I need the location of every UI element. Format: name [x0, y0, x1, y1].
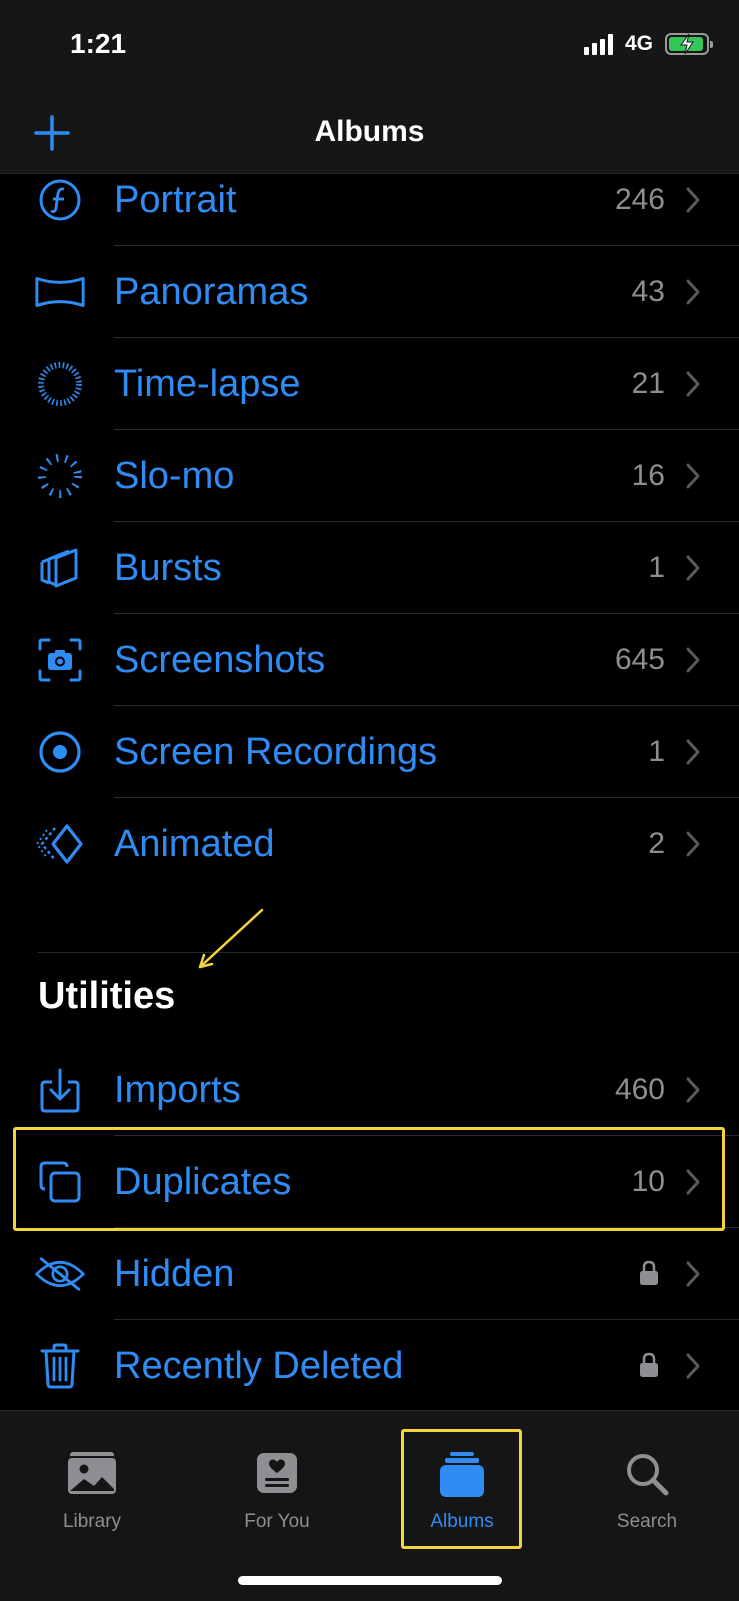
- tab-albums[interactable]: Albums: [387, 1411, 537, 1541]
- album-row-portrait[interactable]: Portrait 246: [0, 154, 739, 246]
- status-bar: 1:21 4G: [0, 0, 739, 95]
- section-divider: [38, 952, 739, 953]
- album-row-label: Panoramas: [114, 271, 309, 313]
- timelapse-icon: [34, 358, 86, 410]
- chevron-right-icon: [686, 555, 700, 581]
- import-icon: [34, 1064, 86, 1116]
- page-title: Albums: [314, 115, 425, 148]
- home-indicator[interactable]: [238, 1576, 502, 1585]
- duplicates-icon: [34, 1156, 86, 1208]
- chevron-right-icon: [686, 463, 700, 489]
- tab-label: For You: [244, 1511, 310, 1532]
- chevron-right-icon: [686, 1353, 700, 1379]
- album-row-count: 246: [614, 183, 665, 216]
- portrait-icon: [34, 174, 86, 226]
- bursts-icon: [34, 542, 86, 594]
- album-row-label: Bursts: [114, 547, 222, 589]
- album-row-label: Screen Recordings: [114, 731, 438, 773]
- chevron-right-icon: [686, 739, 700, 765]
- for-you-icon: [202, 1451, 352, 1495]
- album-row-label: Slo-mo: [114, 455, 235, 497]
- chevron-right-icon: [686, 279, 700, 305]
- screen-recording-icon: [34, 726, 86, 778]
- section-title-utilities: Utilities: [38, 975, 176, 1017]
- album-row-count: 460: [614, 1073, 665, 1106]
- battery-charging-icon: [665, 33, 713, 55]
- album-row-label: Imports: [114, 1069, 241, 1111]
- album-row-animated[interactable]: Animated 2: [0, 798, 739, 890]
- status-indicators: 4G: [583, 32, 713, 56]
- album-row-label: Hidden: [114, 1253, 235, 1295]
- chevron-right-icon: [686, 1169, 700, 1195]
- network-type: 4G: [624, 32, 653, 55]
- album-row-label: Screenshots: [114, 639, 326, 681]
- tab-label: Albums: [430, 1511, 494, 1532]
- photo-library-icon: [17, 1451, 167, 1497]
- screenshot-icon: [34, 634, 86, 686]
- album-row-duplicates[interactable]: Duplicates 10: [0, 1136, 739, 1228]
- album-row-count: 1: [648, 551, 665, 584]
- tab-bar: Library For You Albums Search: [0, 1410, 739, 1601]
- animated-icon: [34, 818, 86, 870]
- album-row-label: Portrait: [114, 179, 237, 221]
- search-icon: [572, 1451, 722, 1497]
- tab-label: Library: [62, 1511, 122, 1532]
- panorama-icon: [34, 266, 86, 318]
- album-row-label: Animated: [114, 823, 275, 865]
- chevron-right-icon: [686, 187, 700, 213]
- tab-for-you[interactable]: For You: [202, 1411, 352, 1541]
- album-row-imports[interactable]: Imports 460: [0, 1044, 739, 1136]
- lock-icon: [640, 1260, 658, 1285]
- albums-icon: [387, 1451, 537, 1499]
- chevron-right-icon: [686, 1261, 700, 1287]
- album-row-recently-deleted[interactable]: Recently Deleted: [0, 1320, 739, 1412]
- chevron-right-icon: [686, 1077, 700, 1103]
- album-row-count: 2: [648, 827, 665, 860]
- album-row-slo-mo[interactable]: Slo-mo 16: [0, 430, 739, 522]
- chevron-right-icon: [686, 831, 700, 857]
- album-row-screen-recordings[interactable]: Screen Recordings 1: [0, 706, 739, 798]
- trash-icon: [34, 1340, 86, 1392]
- hidden-eye-icon: [34, 1248, 86, 1300]
- tab-library[interactable]: Library: [17, 1411, 167, 1541]
- album-row-count: 10: [631, 1165, 665, 1198]
- album-row-screenshots[interactable]: Screenshots 645: [0, 614, 739, 706]
- album-row-label: Duplicates: [114, 1161, 292, 1203]
- status-time: 1:21: [70, 28, 127, 59]
- album-row-count: 16: [631, 459, 665, 492]
- chevron-right-icon: [686, 371, 700, 397]
- album-row-label: Recently Deleted: [114, 1345, 404, 1387]
- album-row-count: 1: [648, 735, 665, 768]
- album-row-time-lapse[interactable]: Time-lapse 21: [0, 338, 739, 430]
- album-row-label: Time-lapse: [114, 363, 301, 405]
- album-row-count: 43: [631, 275, 665, 308]
- lock-icon: [640, 1352, 658, 1377]
- album-row-bursts[interactable]: Bursts 1: [0, 522, 739, 614]
- tab-search[interactable]: Search: [572, 1411, 722, 1541]
- album-row-hidden[interactable]: Hidden: [0, 1228, 739, 1320]
- annotation-arrow: [198, 908, 264, 969]
- album-row-count: 645: [614, 643, 665, 676]
- tab-label: Search: [616, 1511, 678, 1532]
- cellular-signal-icon: [583, 33, 613, 55]
- chevron-right-icon: [686, 647, 700, 673]
- slomo-icon: [34, 450, 86, 502]
- album-row-panoramas[interactable]: Panoramas 43: [0, 246, 739, 338]
- album-row-count: 21: [631, 367, 665, 400]
